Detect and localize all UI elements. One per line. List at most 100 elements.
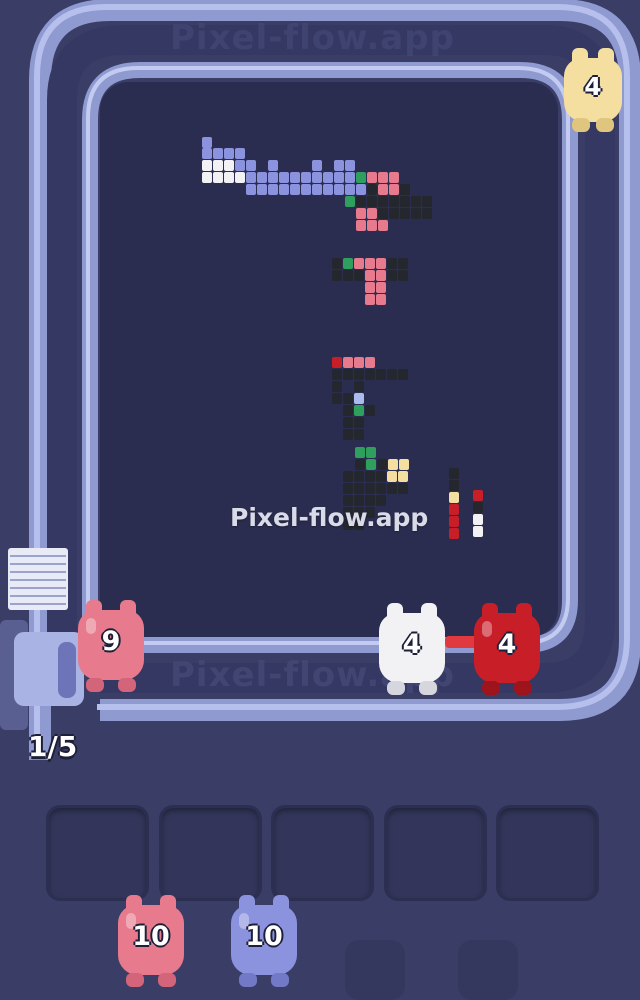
- pixel-block: [354, 483, 364, 494]
- pixel-block: [345, 160, 355, 171]
- pixel-block: [224, 172, 234, 183]
- pixel-block: [343, 429, 353, 440]
- pixel-block: [354, 381, 364, 392]
- pixel-block: [323, 172, 333, 183]
- pixel-block: [449, 528, 459, 539]
- pixel-block: [367, 208, 377, 219]
- queue-slot-placeholder-3: [345, 940, 405, 1000]
- pixel-block: [398, 258, 408, 269]
- pixel-block: [376, 369, 386, 380]
- shooter-ammo: 10: [245, 921, 283, 952]
- pixel-block: [202, 148, 212, 159]
- holding-slot-2[interactable]: [159, 805, 262, 901]
- pixel-block: [387, 270, 397, 281]
- pixel-block: [268, 160, 278, 171]
- pixel-block: [268, 184, 278, 195]
- pixel-block: [387, 369, 397, 380]
- pixel-block: [354, 258, 364, 269]
- shooter-ammo: 4: [402, 629, 422, 660]
- pixel-block: [213, 160, 223, 171]
- pixel-block: [376, 270, 386, 281]
- pixel-block: [367, 172, 377, 183]
- pixel-block: [332, 270, 342, 281]
- pixel-block: [389, 196, 399, 207]
- pixel-block: [343, 393, 353, 404]
- pixel-block: [398, 471, 408, 482]
- pixel-block: [343, 270, 353, 281]
- pixel-block: [356, 172, 366, 183]
- pixel-block: [411, 208, 421, 219]
- pixel-block: [343, 369, 353, 380]
- pixel-block: [376, 294, 386, 305]
- pixel-block: [389, 208, 399, 219]
- pixel-block: [334, 184, 344, 195]
- pixel-block: [449, 516, 459, 527]
- pixel-block: [366, 447, 376, 458]
- holding-slot-1[interactable]: [46, 805, 149, 901]
- pixel-block: [473, 514, 483, 525]
- pixel-block: [343, 483, 353, 494]
- pixel-block: [332, 381, 342, 392]
- pixel-block: [422, 208, 432, 219]
- pixel-block: [365, 270, 375, 281]
- pixel-block: [355, 459, 365, 470]
- pixel-block: [343, 258, 353, 269]
- pixel-block: [323, 184, 333, 195]
- pixel-block: [365, 294, 375, 305]
- pixel-block: [376, 282, 386, 293]
- pixel-block: [343, 357, 353, 368]
- pixel-block: [388, 459, 398, 470]
- pixel-block: [389, 184, 399, 195]
- pixel-block: [213, 148, 223, 159]
- pixel-block: [378, 208, 388, 219]
- pixel-block: [400, 208, 410, 219]
- pixel-block: [449, 468, 459, 479]
- pixel-block: [246, 160, 256, 171]
- shooter-pink[interactable]: 9: [72, 600, 150, 692]
- pixel-block: [312, 160, 322, 171]
- pixel-block: [365, 282, 375, 293]
- pixel-block: [378, 184, 388, 195]
- pixel-block: [354, 369, 364, 380]
- pixel-block: [356, 196, 366, 207]
- pixel-block: [312, 172, 322, 183]
- pixel-block: [399, 459, 409, 470]
- pixel-block: [376, 483, 386, 494]
- shooter-red[interactable]: 4: [468, 603, 546, 695]
- pixel-block: [400, 196, 410, 207]
- pixel-block: [202, 160, 212, 171]
- pixel-block: [398, 270, 408, 281]
- queue-pig-blue[interactable]: 10: [225, 895, 303, 987]
- pixel-block: [354, 471, 364, 482]
- pixel-block: [343, 471, 353, 482]
- pixel-block: [345, 196, 355, 207]
- pixel-block: [473, 526, 483, 537]
- pixel-block: [449, 504, 459, 515]
- shooter-yellow[interactable]: 4: [558, 48, 628, 132]
- pixel-block: [290, 172, 300, 183]
- pixel-block: [400, 184, 410, 195]
- pixel-block: [378, 196, 388, 207]
- pixel-block: [367, 196, 377, 207]
- queue-pig-pink[interactable]: 10: [112, 895, 190, 987]
- track-entrance-stripes: [8, 548, 68, 610]
- pixel-block: [367, 184, 377, 195]
- pixel-block: [365, 357, 375, 368]
- pixel-block: [367, 220, 377, 231]
- pixel-block: [235, 172, 245, 183]
- pixel-block: [202, 172, 212, 183]
- pixel-block: [343, 405, 353, 416]
- pixel-block: [378, 172, 388, 183]
- holding-slot-5[interactable]: [496, 805, 599, 901]
- holding-slot-4[interactable]: [384, 805, 487, 901]
- shooter-white[interactable]: 4: [373, 603, 451, 695]
- pixel-block: [356, 208, 366, 219]
- pixel-block: [449, 480, 459, 491]
- holding-slot-3[interactable]: [271, 805, 374, 901]
- pixel-block: [398, 483, 408, 494]
- queue-slot-placeholder-4: [458, 940, 518, 1000]
- pixel-block: [332, 357, 342, 368]
- pixel-block: [354, 405, 364, 416]
- pixel-block: [332, 393, 342, 404]
- pixel-block: [387, 483, 397, 494]
